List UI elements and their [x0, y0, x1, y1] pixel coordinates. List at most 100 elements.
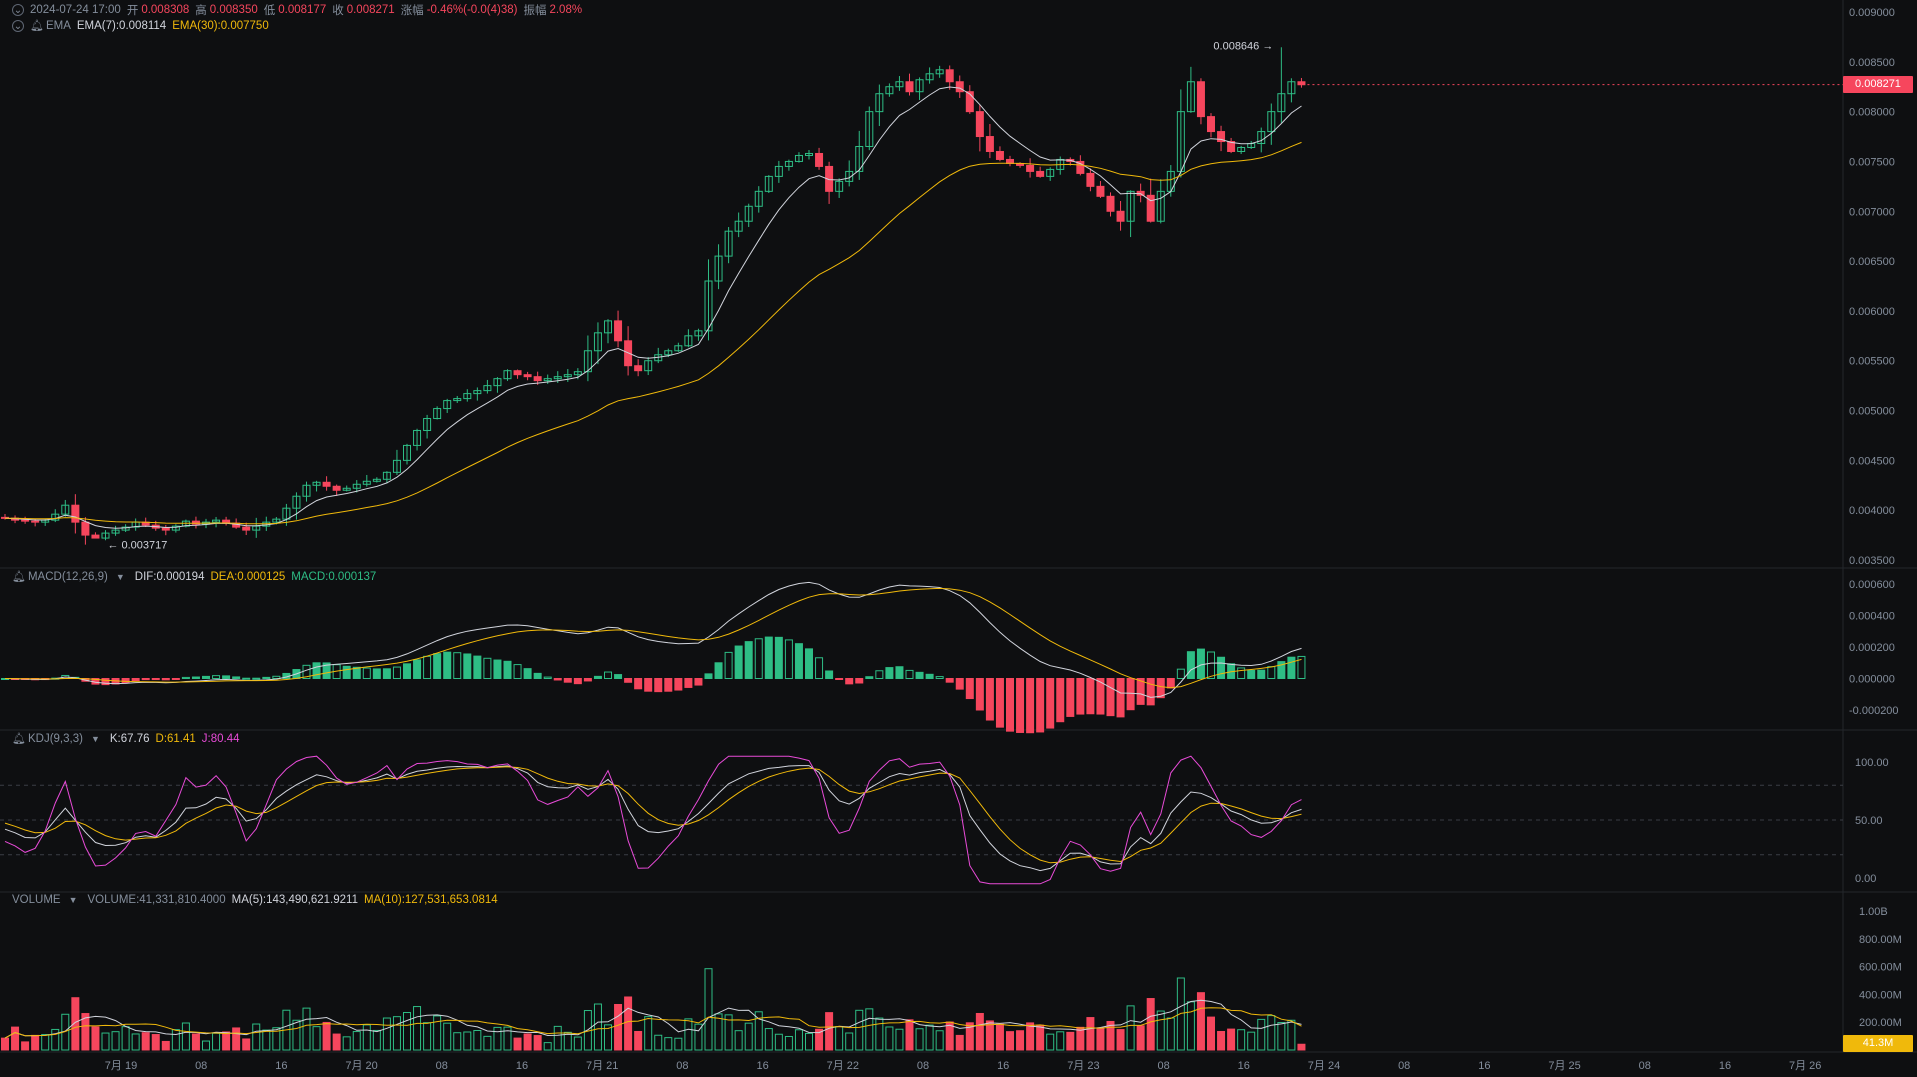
- macd-bar: [704, 673, 713, 680]
- volume-bar: [332, 1033, 341, 1051]
- macd-bar: [805, 648, 813, 679]
- time-axis-label: 08: [195, 1060, 207, 1072]
- candle-body: [1026, 164, 1035, 172]
- volume-bar: [624, 996, 633, 1051]
- volume-bar: [141, 1032, 150, 1051]
- macd-bar: [1026, 678, 1035, 734]
- volume-bar: [362, 1024, 371, 1051]
- price-axis-label: 0.006500: [1849, 256, 1895, 268]
- volume-bar: [513, 1037, 522, 1051]
- macd-value: MACD:0.000137: [291, 570, 377, 583]
- volume-bar: [1207, 1016, 1215, 1051]
- macd-bar: [815, 657, 824, 679]
- macd-bar: [423, 655, 432, 680]
- macd-bar: [342, 665, 351, 680]
- macd-bar: [1176, 668, 1185, 679]
- volume-bar: [222, 1031, 231, 1051]
- collapse-icon[interactable]: ⌄: [12, 4, 24, 16]
- time-axis-label: 08: [436, 1060, 448, 1072]
- volume-bar: [634, 1030, 643, 1051]
- volume-axis-label: 600.00M: [1859, 962, 1902, 974]
- macd-bar: [1267, 666, 1276, 680]
- volume-bar: [453, 1032, 462, 1051]
- chart-canvas[interactable]: 0.009000 0.008500 0.008000 0.007500 0.007000…: [0, 0, 1917, 1077]
- volume-bar: [614, 1004, 623, 1051]
- bell-icon[interactable]: 🔔︎: [30, 19, 44, 32]
- time-axis-label: 16: [756, 1060, 768, 1072]
- kdj-d: D:61.41: [155, 732, 196, 745]
- volume-bar: [744, 1022, 753, 1051]
- macd-bar: [362, 667, 371, 679]
- macd-bar: [875, 670, 884, 680]
- macd-bar: [413, 659, 422, 679]
- macd-bar: [674, 678, 683, 691]
- macd-bar: [232, 676, 241, 680]
- time-axis-label: 7月 24: [1308, 1060, 1340, 1072]
- macd-bar: [985, 678, 994, 721]
- macd-bar: [1016, 678, 1025, 733]
- macd-bar: [433, 653, 442, 679]
- macd-bar: [242, 677, 251, 680]
- candle-body: [1207, 116, 1215, 133]
- volume-name[interactable]: VOLUME: [12, 894, 61, 906]
- time-axis-label: 7月 20: [345, 1060, 377, 1072]
- macd-bar: [463, 653, 472, 679]
- volume-bar: [1036, 1024, 1045, 1051]
- volume-bar: [664, 1037, 673, 1051]
- bell-icon[interactable]: 🔔︎: [12, 570, 26, 583]
- chevron-down-icon[interactable]: ▼: [69, 895, 78, 905]
- volume-bar: [1186, 1001, 1195, 1051]
- volume-bar: [413, 1006, 422, 1051]
- volume-bar: [161, 1040, 170, 1051]
- candle-body: [332, 485, 341, 491]
- volume-bar: [1156, 1010, 1165, 1051]
- close-value: 0.008271: [346, 4, 395, 16]
- macd-bar: [1207, 651, 1215, 680]
- volume-ma5: MA(5):143,490,621.9211: [231, 894, 358, 906]
- bell-icon[interactable]: 🔔︎: [12, 732, 26, 745]
- macd-bar: [573, 678, 582, 685]
- macd-bar: [1237, 667, 1246, 679]
- volume-axis-label: 800.00M: [1859, 934, 1902, 946]
- volume-bar: [473, 1029, 482, 1051]
- macd-bar: [191, 676, 200, 679]
- candle-body: [985, 136, 994, 152]
- macd-bar: [503, 660, 512, 680]
- candle-body: [1036, 170, 1045, 177]
- collapse-icon[interactable]: ⌄: [12, 19, 24, 32]
- macd-bar: [1126, 678, 1135, 711]
- volume-bar: [1277, 1022, 1286, 1051]
- macd-bar: [483, 657, 492, 679]
- price-axis-label: 0.007500: [1849, 156, 1895, 168]
- volume-axis-label: 200.00M: [1859, 1017, 1902, 1029]
- macd-bar: [784, 639, 793, 680]
- ema-name[interactable]: EMA: [46, 20, 71, 32]
- macd-bar: [1076, 678, 1085, 715]
- candle-body: [905, 81, 914, 93]
- macd-bar: [171, 678, 180, 680]
- macd-bar: [181, 676, 190, 680]
- macd-name[interactable]: MACD(12,26,9): [28, 571, 108, 583]
- macd-bar: [915, 671, 924, 679]
- macd-axis-label: 0.000200: [1849, 642, 1895, 654]
- candle-body: [995, 150, 1004, 160]
- macd-bar: [604, 671, 612, 680]
- macd-bar: [533, 672, 542, 679]
- price-axis-label: 0.005000: [1849, 406, 1895, 418]
- macd-bar: [684, 678, 693, 688]
- volume-bar: [302, 1007, 311, 1051]
- macd-bar: [714, 662, 723, 680]
- volume-ma10: MA(10):127,531,653.0814: [364, 894, 498, 906]
- macd-bar: [563, 678, 572, 683]
- chevron-down-icon[interactable]: ▼: [91, 734, 100, 744]
- volume-bar: [875, 1017, 884, 1051]
- macd-bar: [453, 652, 462, 679]
- kdj-name[interactable]: KDJ(9,3,3): [28, 733, 83, 745]
- volume-bar: [1076, 1026, 1085, 1051]
- macd-dif: DIF:0.000194: [134, 570, 205, 583]
- macd-bar: [1066, 678, 1075, 717]
- macd-bar: [1287, 656, 1296, 680]
- macd-dea: DEA:0.000125: [210, 570, 286, 583]
- chevron-down-icon[interactable]: ▼: [116, 572, 125, 582]
- volume-bar: [131, 1033, 140, 1051]
